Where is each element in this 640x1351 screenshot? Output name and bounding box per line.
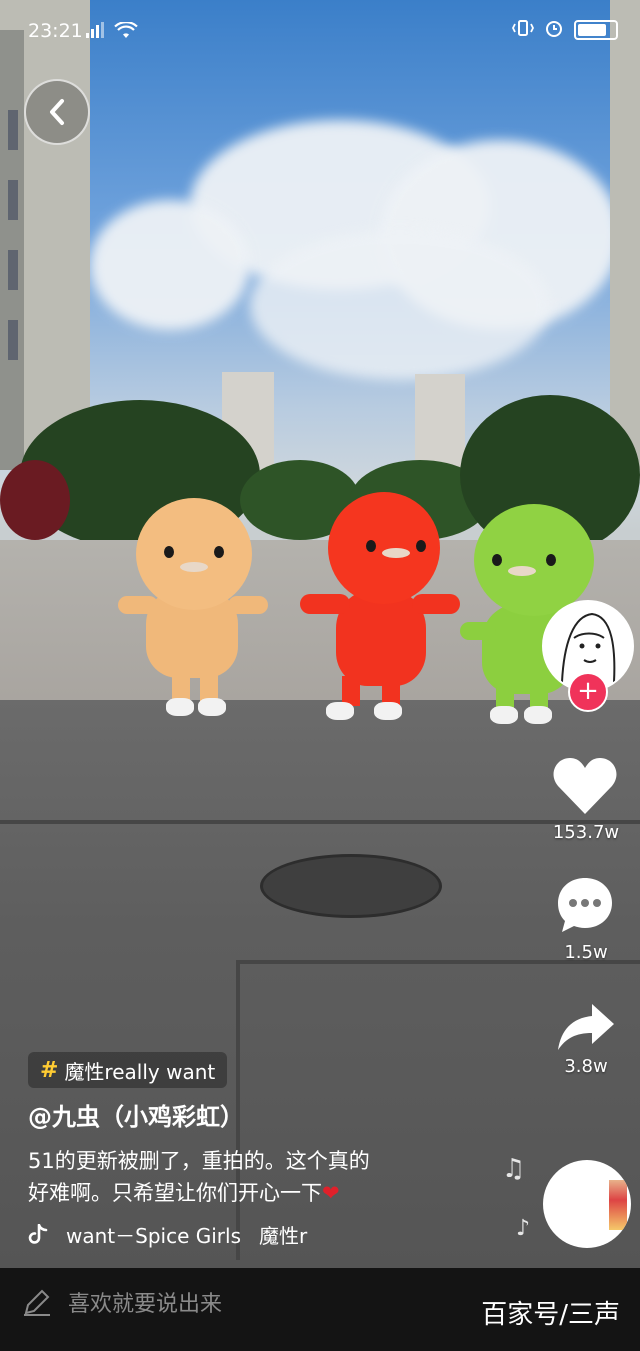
music-tag: 魔性r — [259, 1224, 308, 1248]
mascot-arm — [300, 594, 350, 614]
manhole-cover — [260, 854, 442, 918]
music-note-icon: ♪ — [516, 1216, 531, 1241]
mascot-arm — [460, 622, 496, 640]
mascot-arm — [228, 596, 268, 614]
topic-label: 魔性really want — [64, 1059, 216, 1084]
signal-icon — [86, 22, 104, 42]
window — [8, 250, 18, 290]
comment-button[interactable] — [554, 874, 616, 936]
building-right — [610, 0, 640, 470]
music-disc[interactable] — [543, 1160, 631, 1248]
mascot-beak — [382, 548, 410, 558]
mascot-shoe — [374, 702, 402, 720]
like-button[interactable] — [552, 756, 618, 816]
share-button[interactable] — [556, 1002, 616, 1052]
comment-count: 1.5w — [564, 942, 608, 963]
comment-placeholder: 喜欢就要说出来 — [68, 1292, 223, 1317]
mascot-eye — [416, 540, 426, 552]
like-count: 153.7w — [552, 822, 620, 843]
disc-art — [609, 1180, 627, 1230]
cloud — [250, 230, 550, 380]
red-heart-icon: ❤ — [322, 1181, 340, 1205]
hashtag-icon: # — [40, 1057, 59, 1083]
mascot-red — [300, 490, 460, 730]
watermark: 百家号/三声 — [481, 1300, 620, 1330]
mascot-eye — [164, 546, 174, 558]
alarm-icon — [544, 18, 564, 42]
mascot-arm — [118, 596, 158, 614]
comment-icon — [558, 878, 612, 932]
mascot-eye — [492, 554, 502, 566]
mascot-arm — [412, 594, 460, 614]
window — [8, 180, 18, 220]
share-arrow-icon — [558, 1004, 614, 1050]
description-line: 好难啊。只希望让你们开心一下❤ — [28, 1177, 468, 1209]
mascot-head — [136, 498, 252, 610]
mascot-eye — [546, 554, 556, 566]
window — [8, 110, 18, 150]
mascot-beak — [508, 566, 536, 576]
description-line: 51的更新被删了，重拍的。这个真的 — [28, 1149, 370, 1173]
battery-icon — [574, 20, 618, 40]
mascot-beak — [180, 562, 208, 572]
heart-icon — [553, 758, 617, 814]
music-title: want－Spice Girls — [66, 1224, 241, 1248]
mascot-shoe — [524, 706, 552, 724]
window — [8, 320, 18, 360]
topic-tag[interactable]: # 魔性really want — [28, 1052, 228, 1088]
mascot-eye — [214, 546, 224, 558]
status-bar: 23:21 — [0, 0, 640, 62]
back-button[interactable] — [24, 79, 90, 145]
post-description: 51的更新被删了，重拍的。这个真的 好难啊。只希望让你们开心一下❤ — [28, 1145, 468, 1209]
music-note-icon: ♫ — [502, 1154, 526, 1184]
mascot-eye — [366, 540, 376, 552]
vibrate-icon — [511, 19, 535, 41]
tiktok-note-icon — [28, 1223, 48, 1244]
description-text: 好难啊。只希望让你们开心一下 — [28, 1181, 322, 1205]
wifi-icon — [114, 21, 138, 44]
mascot-shoe — [166, 698, 194, 716]
follow-button[interactable]: + — [568, 672, 608, 712]
author-name[interactable]: @九虫（小鸡彩虹） — [28, 1097, 244, 1132]
mascot-orange — [118, 488, 268, 728]
comment-input[interactable]: 喜欢就要说出来 — [22, 1286, 222, 1318]
mascot-shoe — [490, 706, 518, 724]
status-icons — [511, 18, 618, 42]
cloud — [90, 200, 250, 330]
music-info[interactable]: want－Spice Girls 魔性r — [28, 1220, 307, 1249]
pencil-icon — [24, 1289, 50, 1316]
chevron-left-icon — [50, 99, 64, 125]
share-count: 3.8w — [564, 1056, 608, 1077]
plus-icon: + — [577, 676, 599, 706]
mascot-shoe — [326, 702, 354, 720]
tree — [0, 460, 70, 540]
status-time: 23:21 — [28, 20, 83, 42]
mascot-shoe — [198, 698, 226, 716]
